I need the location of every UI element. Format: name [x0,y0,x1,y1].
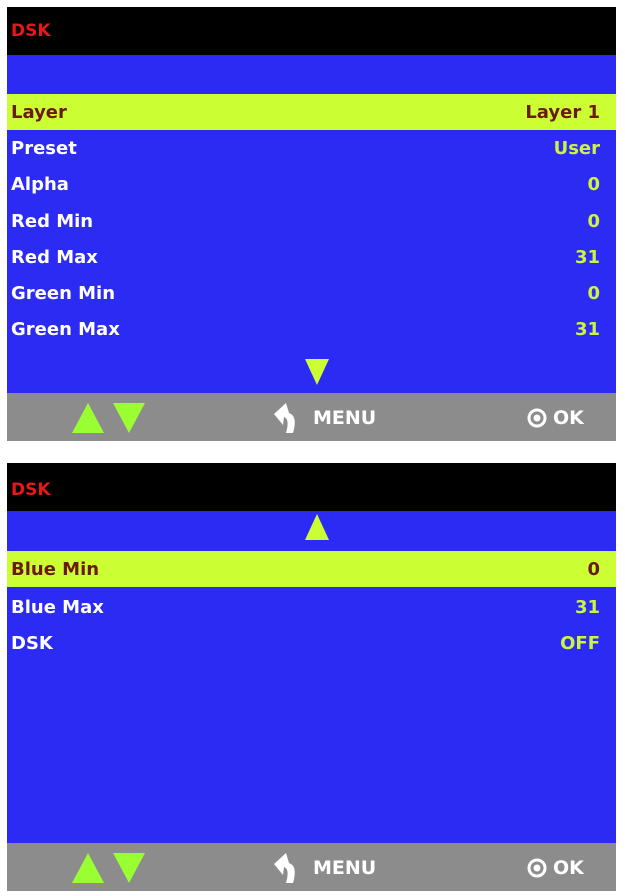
row-label: Alpha [11,174,69,195]
row-label: Blue Max [11,597,104,618]
menu-row-red-max[interactable]: Red Max 31 [7,239,616,275]
row-label: Green Min [11,283,116,304]
screen-title: DSK [11,480,51,500]
dsk-screen-page-1: DSK Layer Layer 1 Preset User Alpha 0 Re… [7,7,616,441]
row-value: 0 [587,174,600,195]
row-label: Red Min [11,211,94,232]
menu-row-blue-max[interactable]: Blue Max 31 [7,589,616,625]
menu-row-red-min[interactable]: Red Min 0 [7,203,616,239]
row-label: Red Max [11,247,98,268]
back-arrow-icon [274,853,295,883]
row-value: 31 [574,319,600,340]
row-label: Layer [11,102,67,123]
row-label: Preset [11,138,77,159]
menu-row-alpha[interactable]: Alpha 0 [7,166,616,202]
row-value: 0 [587,211,600,232]
screen-title: DSK [11,21,51,41]
back-arrow-icon [274,403,295,433]
menu-label: MENU [313,857,377,879]
up-arrow-icon[interactable] [72,403,104,433]
menu-row-preset[interactable]: Preset User [7,130,616,166]
row-value: Layer 1 [525,102,600,123]
menu-row-dsk[interactable]: DSK OFF [7,625,616,661]
title-bar: DSK [7,7,616,55]
up-arrow-icon[interactable] [72,853,104,883]
scroll-down-icon[interactable] [305,359,329,385]
row-value: 31 [574,247,600,268]
row-label: Blue Min [11,559,100,580]
bottom-bar: MENU OK [7,393,616,441]
menu-row-green-min[interactable]: Green Min 0 [7,275,616,311]
title-bar: DSK [7,463,616,511]
menu-row-layer[interactable]: Layer Layer 1 [7,94,616,130]
row-value: User [553,138,600,159]
dsk-screen-page-2: DSK Blue Min 0 Blue Max 31 DSK OFF MENU … [7,463,616,891]
ok-label: OK [553,857,584,879]
row-label: Green Max [11,319,120,340]
ok-circle-icon [527,858,547,878]
row-label: DSK [11,633,53,654]
menu-row-blue-min[interactable]: Blue Min 0 [7,551,616,587]
menu-label: MENU [313,407,377,429]
ok-circle-icon [527,408,547,428]
row-value: OFF [560,633,600,654]
row-value: 0 [587,559,600,580]
down-arrow-icon[interactable] [113,403,145,433]
row-value: 0 [587,283,600,304]
scroll-up-icon[interactable] [305,514,329,540]
row-value: 31 [574,597,600,618]
ok-label: OK [553,407,584,429]
down-arrow-icon[interactable] [113,853,145,883]
menu-row-green-max[interactable]: Green Max 31 [7,311,616,347]
bottom-bar: MENU OK [7,843,616,891]
